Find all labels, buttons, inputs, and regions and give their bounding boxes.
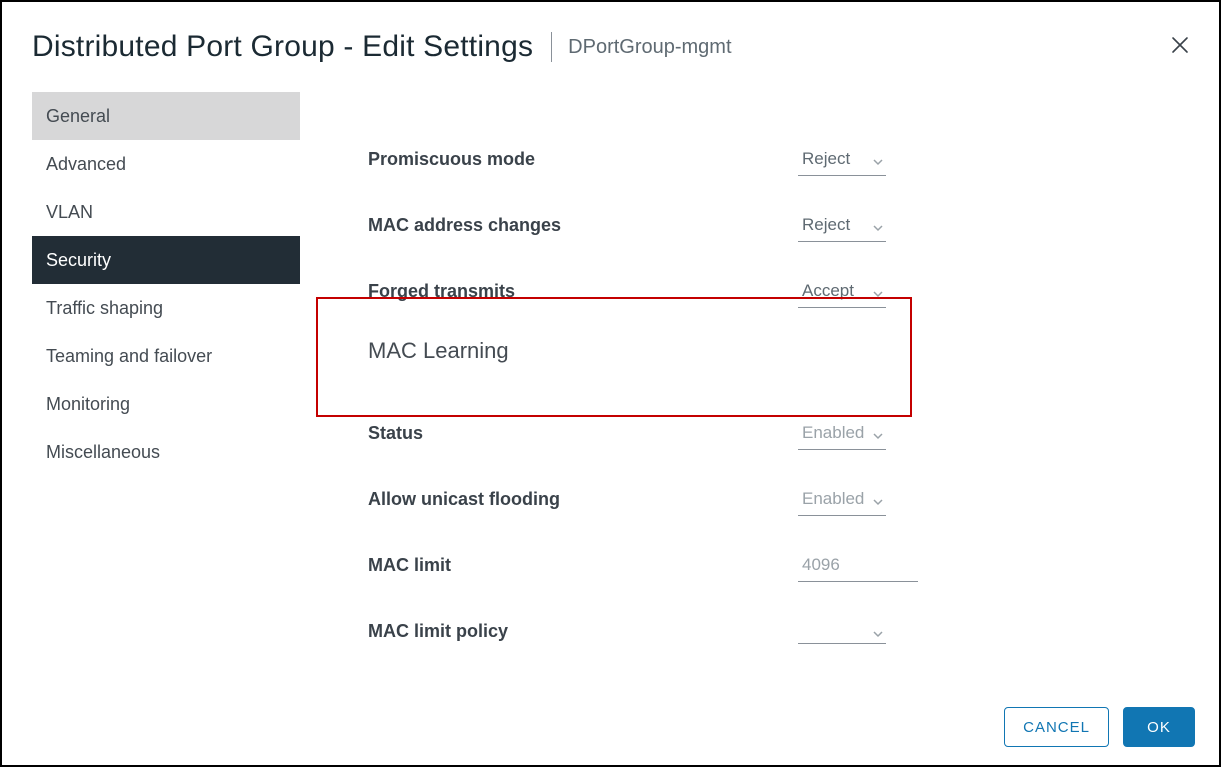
chevron-down-icon — [872, 219, 884, 231]
dialog-footer: CANCEL OK — [1004, 707, 1195, 747]
sidebar-item-label: Traffic shaping — [46, 298, 163, 319]
portgroup-name: DPortGroup-mgmt — [568, 36, 731, 59]
row-mac-limit: MAC limit — [368, 532, 1189, 598]
select-value: Enabled — [802, 423, 864, 443]
select-forged-transmits[interactable]: Accept — [798, 275, 886, 308]
chevron-down-icon — [872, 153, 884, 165]
sidebar-item-teaming-failover[interactable]: Teaming and failover — [32, 332, 300, 380]
label-mac-limit: MAC limit — [368, 555, 798, 576]
section-mac-learning: MAC Learning — [368, 324, 1189, 400]
label-allow-unicast-flooding: Allow unicast flooding — [368, 489, 798, 510]
select-value: Reject — [802, 149, 850, 169]
label-promiscuous: Promiscuous mode — [368, 149, 798, 170]
label-mac-changes: MAC address changes — [368, 215, 798, 236]
chevron-down-icon — [872, 427, 884, 439]
close-icon — [1171, 41, 1189, 58]
select-mac-limit-policy[interactable] — [798, 619, 886, 644]
button-label: CANCEL — [1023, 719, 1090, 736]
row-allow-unicast-flooding: Allow unicast flooding Enabled — [368, 466, 1189, 532]
sidebar-item-general[interactable]: General — [32, 92, 300, 140]
row-forged-transmits: Forged transmits Accept — [368, 258, 1189, 324]
sidebar-item-advanced[interactable]: Advanced — [32, 140, 300, 188]
chevron-down-icon — [872, 285, 884, 297]
sidebar: General Advanced VLAN Security Traffic s… — [2, 84, 302, 664]
title-separator — [551, 32, 552, 62]
chevron-down-icon — [872, 493, 884, 505]
sidebar-item-label: VLAN — [46, 202, 93, 223]
sidebar-item-monitoring[interactable]: Monitoring — [32, 380, 300, 428]
sidebar-item-label: Miscellaneous — [46, 442, 160, 463]
label-status: Status — [368, 423, 798, 444]
sidebar-item-security[interactable]: Security — [32, 236, 300, 284]
input-mac-limit[interactable] — [798, 549, 918, 582]
close-button[interactable] — [1171, 36, 1189, 54]
sidebar-item-label: Advanced — [46, 154, 126, 175]
sidebar-item-label: Security — [46, 250, 111, 271]
sidebar-item-vlan[interactable]: VLAN — [32, 188, 300, 236]
row-promiscuous: Promiscuous mode Reject — [368, 126, 1189, 192]
select-status[interactable]: Enabled — [798, 417, 886, 450]
row-status: Status Enabled — [368, 400, 1189, 466]
select-promiscuous[interactable]: Reject — [798, 143, 886, 176]
chevron-down-icon — [872, 625, 884, 637]
label-forged-transmits: Forged transmits — [368, 281, 798, 302]
sidebar-item-label: General — [46, 106, 110, 127]
sidebar-item-miscellaneous[interactable]: Miscellaneous — [32, 428, 300, 476]
dialog-title: Distributed Port Group - Edit Settings — [32, 30, 533, 64]
button-label: OK — [1147, 719, 1171, 736]
select-mac-changes[interactable]: Reject — [798, 209, 886, 242]
dialog-edit-settings: Distributed Port Group - Edit Settings D… — [0, 0, 1221, 767]
row-mac-changes: MAC address changes Reject — [368, 192, 1189, 258]
content-security: Promiscuous mode Reject MAC address chan… — [302, 84, 1219, 664]
row-mac-limit-policy: MAC limit policy — [368, 598, 1189, 664]
sidebar-item-traffic-shaping[interactable]: Traffic shaping — [32, 284, 300, 332]
label-mac-limit-policy: MAC limit policy — [368, 621, 798, 642]
cancel-button[interactable]: CANCEL — [1004, 707, 1109, 747]
select-value: Accept — [802, 281, 854, 301]
ok-button[interactable]: OK — [1123, 707, 1195, 747]
select-value: Reject — [802, 215, 850, 235]
dialog-body: General Advanced VLAN Security Traffic s… — [2, 84, 1219, 664]
select-allow-unicast-flooding[interactable]: Enabled — [798, 483, 886, 516]
dialog-header: Distributed Port Group - Edit Settings D… — [2, 2, 1219, 84]
sidebar-item-label: Monitoring — [46, 394, 130, 415]
sidebar-item-label: Teaming and failover — [46, 346, 212, 367]
select-value: Enabled — [802, 489, 864, 509]
